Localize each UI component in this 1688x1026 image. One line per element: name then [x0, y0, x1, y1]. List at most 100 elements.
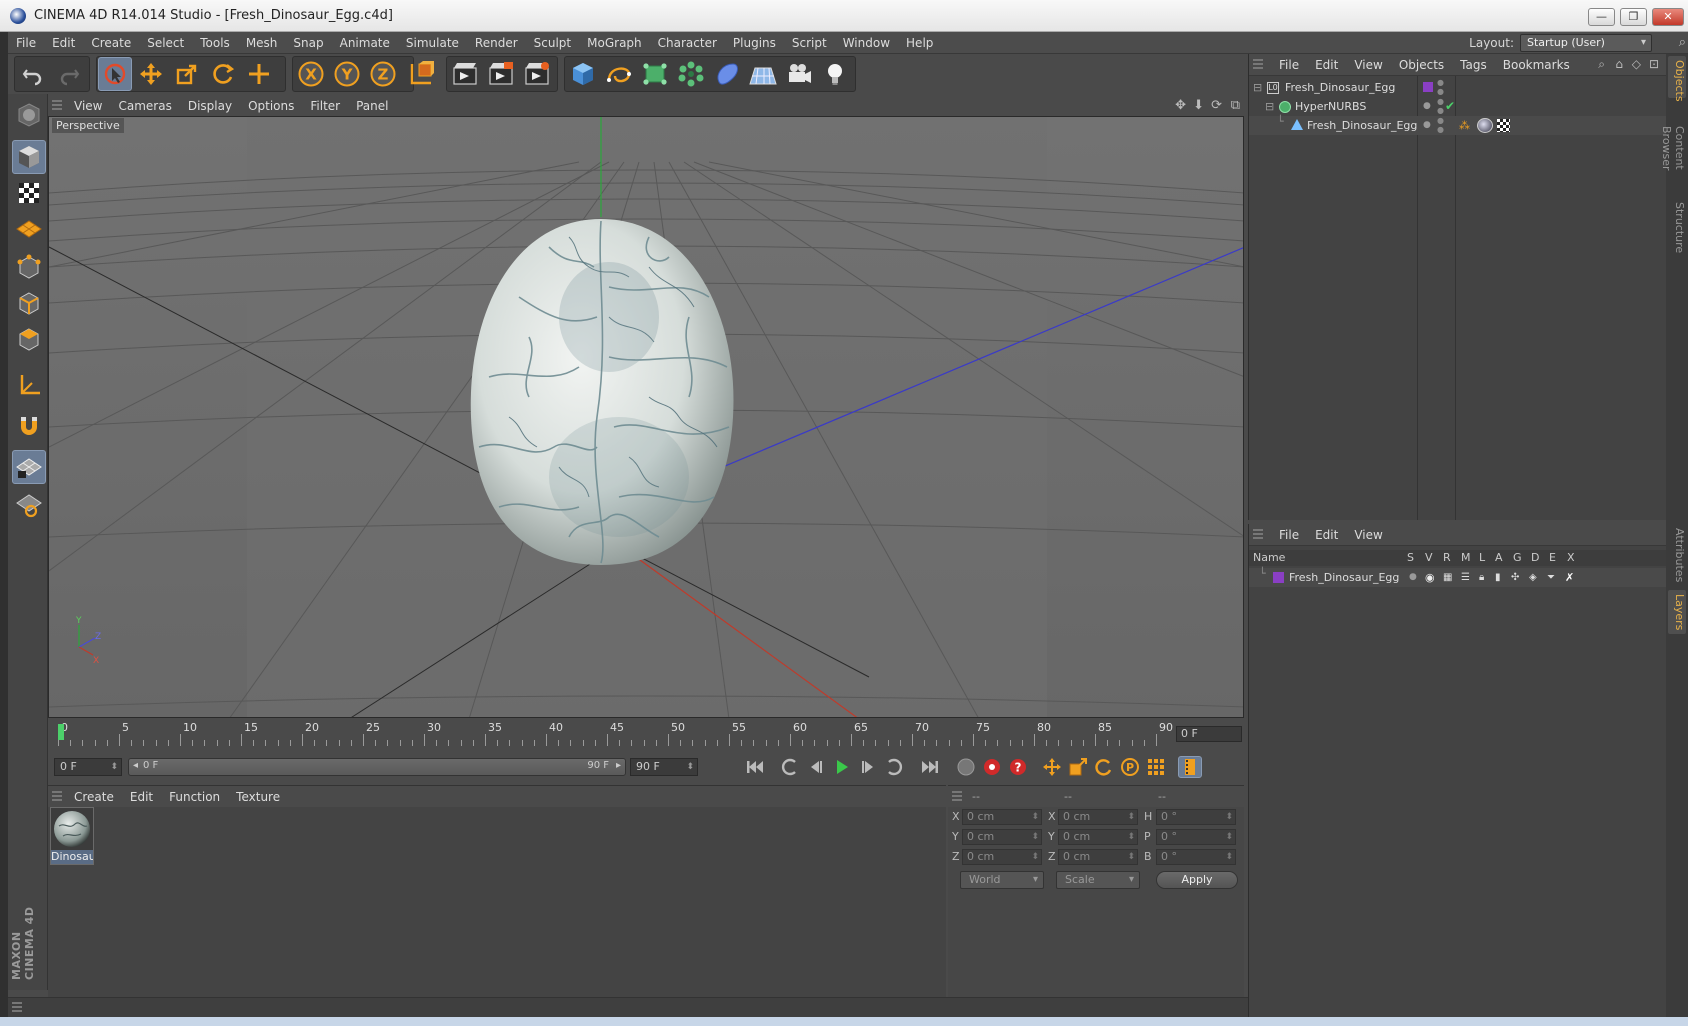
render-view-icon[interactable]	[448, 57, 482, 91]
col-solo[interactable]: S	[1407, 550, 1414, 566]
solo-toggle-icon[interactable]: ●	[1409, 568, 1417, 587]
model-mode-icon[interactable]	[12, 140, 46, 174]
locked-workplane-icon[interactable]	[12, 488, 46, 522]
size-x-field[interactable]: 0 cm	[1058, 809, 1138, 825]
timeline-window-icon[interactable]	[1178, 756, 1202, 778]
visibility-dots-icon[interactable]: ● ●	[1437, 78, 1444, 96]
record-off-icon[interactable]	[954, 756, 978, 778]
col-manager[interactable]: M	[1461, 550, 1471, 566]
floor-icon[interactable]	[746, 57, 780, 91]
start-frame-field[interactable]: 0 F	[54, 758, 122, 776]
object-menu-objects[interactable]: Objects	[1391, 54, 1452, 76]
material-tag-icon[interactable]	[1477, 118, 1493, 133]
object-menu-tags[interactable]: Tags	[1452, 54, 1495, 76]
close-button[interactable]: ✕	[1652, 8, 1684, 26]
end-frame-field[interactable]: 90 F	[630, 758, 698, 776]
spline-pen-icon[interactable]	[602, 57, 636, 91]
menu-plugins[interactable]: Plugins	[725, 32, 784, 54]
snap-magnet-icon[interactable]	[12, 410, 46, 444]
menu-window[interactable]: Window	[835, 32, 898, 54]
coordinate-system-icon[interactable]	[404, 57, 438, 91]
menu-mograph[interactable]: MoGraph	[579, 32, 650, 54]
col-render[interactable]: R	[1443, 550, 1451, 566]
object-menu-view[interactable]: View	[1346, 54, 1390, 76]
collapse-icon[interactable]: ◇	[1632, 57, 1641, 71]
add-object-icon[interactable]	[242, 57, 276, 91]
object-row[interactable]: ⊟ L0 Fresh_Dinosaur_Egg ● ●	[1249, 78, 1667, 97]
menu-mesh[interactable]: Mesh	[238, 32, 286, 54]
menu-sculpt[interactable]: Sculpt	[526, 32, 579, 54]
redo-icon[interactable]	[52, 57, 86, 91]
deformers-toggle-icon[interactable]: ◈	[1529, 568, 1537, 587]
menu-select[interactable]: Select	[139, 32, 192, 54]
record-active-objects-icon[interactable]	[980, 756, 1004, 778]
edit-render-settings-icon[interactable]	[520, 57, 554, 91]
tab-structure[interactable]: Structure	[1668, 198, 1686, 256]
key-scale-icon[interactable]	[1066, 756, 1090, 778]
restore-button[interactable]: ❐	[1620, 8, 1647, 26]
phong-tag-icon[interactable]: ⁂	[1459, 116, 1470, 135]
workplane-mode-icon[interactable]	[12, 212, 46, 246]
viewport-menu-display[interactable]: Display	[180, 96, 240, 116]
layer-row[interactable]: └ Fresh_Dinosaur_Egg ● ◉ ▦ ☰ 🔒︎ ▮ ✣ ◈ ⏷ …	[1249, 567, 1667, 587]
go-to-next-frame-icon[interactable]	[856, 756, 880, 778]
layer-menu-view[interactable]: View	[1346, 524, 1390, 546]
go-to-end-icon[interactable]	[918, 756, 942, 778]
view-toggle-icon[interactable]: ◉	[1425, 568, 1435, 587]
frame-range-slider[interactable]: ◂ 0 F 90 F ▸	[128, 758, 626, 776]
make-editable-icon[interactable]	[12, 98, 46, 132]
render-picture-viewer-icon[interactable]	[484, 57, 518, 91]
viewport-menu-cameras[interactable]: Cameras	[110, 96, 179, 116]
size-y-field[interactable]: 0 cm	[1058, 829, 1138, 845]
object-menu-bookmarks[interactable]: Bookmarks	[1495, 54, 1578, 76]
current-frame-field[interactable]: 0 F	[1176, 726, 1242, 742]
tab-objects[interactable]: Objects	[1668, 56, 1686, 102]
tab-attributes[interactable]: Attributes	[1668, 524, 1686, 586]
lock-toggle-icon[interactable]: 🔒︎	[1479, 568, 1484, 587]
undo-icon[interactable]	[16, 57, 50, 91]
xref-toggle-icon[interactable]: ✗	[1565, 568, 1574, 587]
menu-animate[interactable]: Animate	[332, 32, 398, 54]
rot-b-field[interactable]: 0 °	[1156, 849, 1236, 865]
key-parameter-icon[interactable]: P	[1118, 756, 1142, 778]
menu-snap[interactable]: Snap	[285, 32, 331, 54]
layer-color-swatch[interactable]	[1273, 572, 1284, 583]
y-axis-icon[interactable]: Y	[330, 57, 364, 91]
visibility-dots-icon[interactable]: ● ●	[1437, 97, 1444, 115]
point-mode-icon[interactable]	[12, 250, 46, 284]
polygon-mode-icon[interactable]	[12, 322, 46, 356]
pos-z-field[interactable]: 0 cm	[962, 849, 1042, 865]
object-menu-file[interactable]: File	[1271, 54, 1307, 76]
play-forward-icon[interactable]	[830, 756, 854, 778]
auto-keying-icon[interactable]: ?	[1006, 756, 1030, 778]
menu-file[interactable]: File	[8, 32, 44, 54]
go-to-start-icon[interactable]	[743, 756, 767, 778]
viewport-menu-panel[interactable]: Panel	[348, 96, 396, 116]
go-to-prev-key-icon[interactable]	[778, 756, 802, 778]
tab-layers[interactable]: Layers	[1668, 590, 1686, 634]
layer-menu-edit[interactable]: Edit	[1307, 524, 1346, 546]
col-deformers[interactable]: D	[1531, 550, 1539, 566]
key-position-icon[interactable]	[1040, 756, 1064, 778]
visibility-dot-icon[interactable]: ●	[1423, 97, 1431, 116]
rot-h-field[interactable]: 0 °	[1156, 809, 1236, 825]
col-xref[interactable]: X	[1567, 550, 1575, 566]
expressions-toggle-icon[interactable]: ⏷	[1547, 568, 1555, 587]
viewport-menu-options[interactable]: Options	[240, 96, 302, 116]
move-icon[interactable]	[134, 57, 168, 91]
object-row[interactable]: └ Fresh_Dinosaur_Egg ● ● ● ⁂	[1249, 115, 1667, 135]
key-rotation-icon[interactable]	[1092, 756, 1116, 778]
render-toggle-icon[interactable]: ▦	[1443, 568, 1452, 587]
menu-create[interactable]: Create	[83, 32, 139, 54]
collapse-toggle-icon[interactable]: ⊟	[1265, 97, 1274, 116]
tab-content-browser[interactable]: Content Browser	[1660, 102, 1686, 194]
deformer-icon[interactable]	[710, 57, 744, 91]
viewport-menu-filter[interactable]: Filter	[302, 96, 348, 116]
timeline-ruler[interactable]: 0 5 10 15 20 25 30 35 40 45 50 55 60 65 70 75 80 85 90 0 F	[48, 720, 1244, 750]
manager-toggle-icon[interactable]: ☰	[1461, 568, 1470, 587]
col-expressions[interactable]: E	[1549, 550, 1556, 566]
col-animation[interactable]: A	[1495, 550, 1503, 566]
collapse-toggle-icon[interactable]: ⊟	[1253, 78, 1262, 97]
pan-icon[interactable]: ✥	[1175, 98, 1186, 113]
coordinate-mode-select[interactable]: World	[960, 871, 1044, 889]
